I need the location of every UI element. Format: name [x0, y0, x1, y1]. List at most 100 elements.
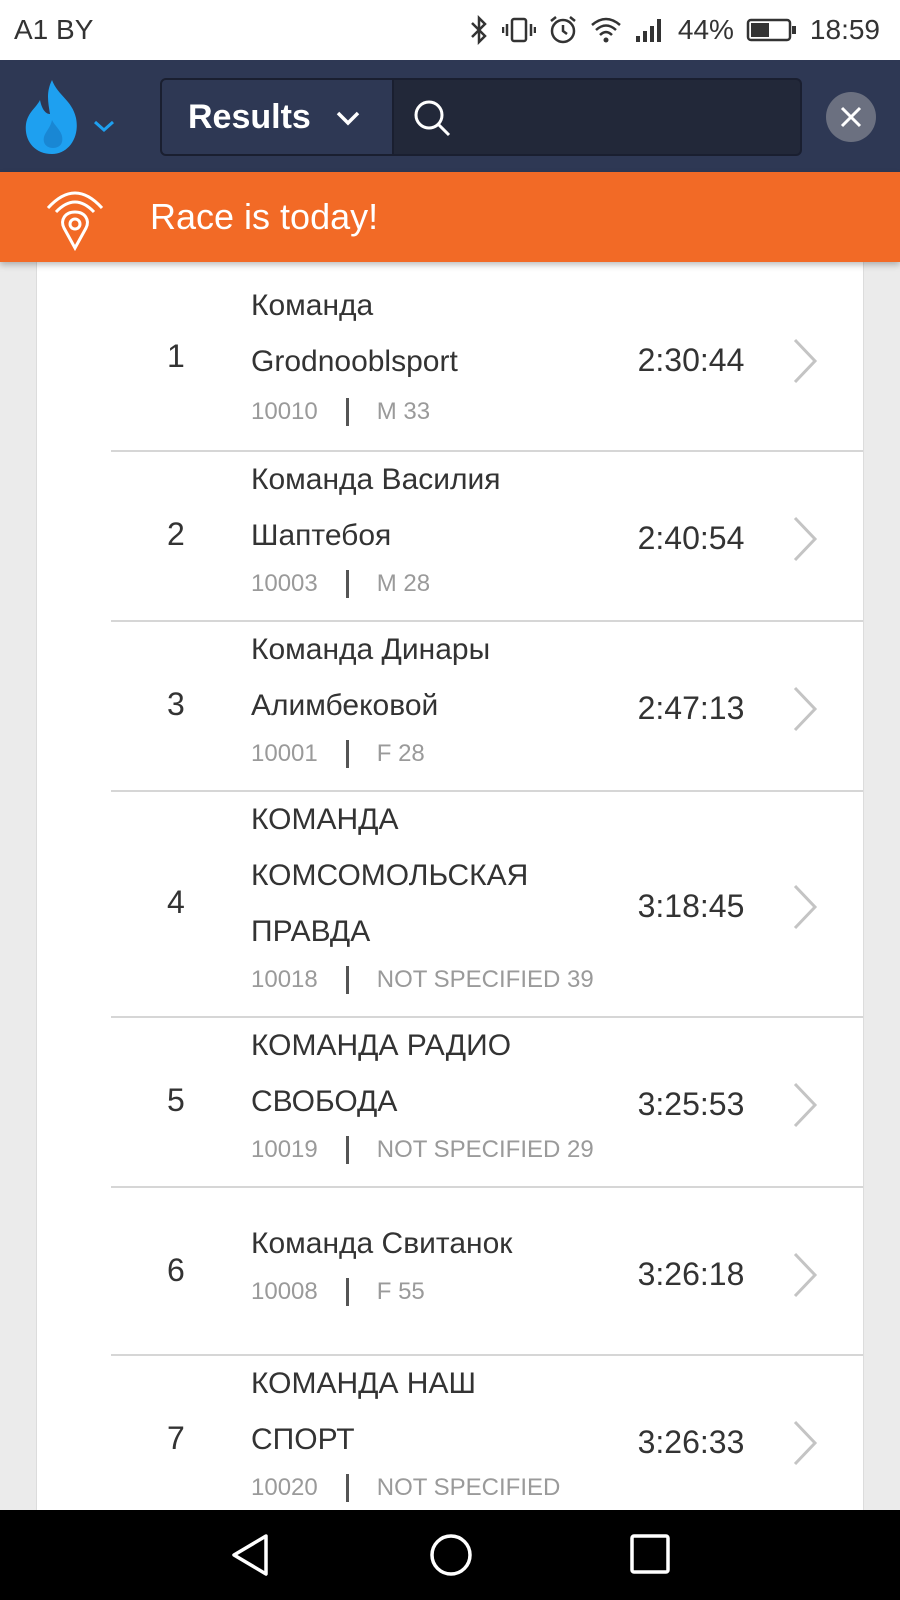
close-icon — [840, 106, 862, 128]
alarm-icon — [550, 16, 576, 44]
separator — [345, 1278, 349, 1306]
result-name-line: ПРАВДА — [251, 915, 371, 948]
results-dropdown-label: Results — [188, 97, 311, 136]
result-name: Команда Свитанок — [251, 1216, 581, 1272]
result-name-line: Grodnooblsport — [251, 345, 458, 378]
result-name: КОМАНДА КОМСОМОЛЬСКАЯ ПРАВДА — [251, 792, 581, 960]
result-meta: 10001 F 28 — [251, 740, 425, 768]
result-category: NOT SPECIFIED 39 — [376, 966, 594, 993]
carrier-label: A1 BY — [14, 14, 94, 45]
result-time: 2:30:44 — [637, 342, 745, 378]
banner-text: Race is today! — [150, 196, 379, 237]
result-category: F 55 — [376, 1278, 425, 1305]
results-dropdown[interactable]: Results — [160, 78, 394, 156]
wifi-icon — [591, 17, 621, 43]
result-category: NOT SPECIFIED — [376, 1474, 561, 1501]
result-row[interactable]: 5 КОМАНДА РАДИО СВОБОДА 10019 NOT SPECIF… — [111, 1018, 863, 1188]
chevron-down-icon — [94, 120, 114, 133]
result-row[interactable]: 4 КОМАНДА КОМСОМОЛЬСКАЯ ПРАВДА 10018 NOT… — [111, 792, 863, 1018]
status-bar: A1 BY 44% 18:59 — [0, 0, 900, 60]
separator — [345, 1136, 349, 1164]
result-bib: 10020 — [251, 1474, 318, 1501]
chevron-right-icon — [793, 1252, 818, 1298]
result-meta: 10018 NOT SPECIFIED 39 — [251, 966, 594, 994]
chevron-right-icon — [793, 686, 818, 732]
app-header: Results — [0, 60, 900, 172]
result-rank: 2 — [167, 516, 185, 552]
result-rank: 5 — [167, 1082, 185, 1118]
chevron-right-icon — [793, 1420, 818, 1466]
result-rank: 7 — [167, 1420, 185, 1456]
result-name-line: СПОРТ — [251, 1423, 355, 1456]
chevron-right-icon — [793, 338, 818, 384]
result-category: F 28 — [376, 740, 425, 767]
result-row[interactable]: 2 Команда Василия Шаптебоя 10003 M 28 2:… — [111, 452, 863, 622]
result-bib: 10018 — [251, 966, 318, 993]
separator — [345, 398, 349, 426]
result-rank: 4 — [167, 884, 185, 920]
battery-percent: 44% — [677, 14, 734, 45]
system-nav-bar — [0, 1510, 900, 1600]
result-category: M 33 — [376, 398, 431, 425]
chevron-right-icon — [793, 1082, 818, 1128]
result-name-line: Шаптебоя — [251, 519, 392, 552]
result-meta: 10008 F 55 — [251, 1278, 425, 1306]
vibrate-icon — [501, 17, 536, 43]
race-banner: Race is today! — [0, 172, 900, 262]
results-card: 1 Команда Grodnooblsport 10010 M 33 2:30… — [36, 262, 864, 1510]
result-rank: 3 — [167, 686, 185, 722]
home-icon[interactable] — [428, 1532, 474, 1578]
signal-icon — [635, 19, 661, 42]
result-category: M 28 — [376, 570, 431, 597]
result-name: Команда Динары Алимбековой — [251, 622, 581, 734]
result-time: 2:47:13 — [637, 690, 745, 726]
chevron-down-icon — [336, 111, 360, 126]
close-button[interactable] — [826, 92, 876, 142]
result-rank: 6 — [167, 1252, 185, 1288]
app-logo-menu[interactable] — [22, 78, 122, 158]
search-icon — [414, 100, 451, 137]
search-box — [394, 78, 802, 156]
result-name-line: Алимбековой — [251, 689, 439, 722]
result-name-line: КОМСОМОЛЬСКАЯ — [251, 859, 529, 892]
result-bib: 10001 — [251, 740, 318, 767]
result-bib: 10019 — [251, 1136, 318, 1163]
result-name: КОМАНДА РАДИО СВОБОДА — [251, 1018, 581, 1130]
result-rank: 1 — [167, 338, 185, 374]
recents-icon[interactable] — [628, 1532, 672, 1576]
result-time: 3:26:33 — [637, 1424, 745, 1460]
status-icons: 44% 18:59 — [468, 12, 880, 48]
result-time: 3:25:53 — [637, 1086, 745, 1122]
flame-logo-icon — [25, 80, 77, 154]
result-meta: 10010 M 33 — [251, 398, 430, 426]
result-name-line: КОМАНДА НАШ — [251, 1367, 476, 1400]
separator — [345, 570, 349, 598]
result-time: 3:18:45 — [637, 888, 745, 924]
result-row[interactable]: 1 Команда Grodnooblsport 10010 M 33 2:30… — [111, 262, 863, 452]
result-bib: 10008 — [251, 1278, 318, 1305]
live-location-icon — [46, 191, 104, 252]
bluetooth-icon — [470, 15, 487, 45]
result-bib: 10003 — [251, 570, 318, 597]
results-content: 1 Команда Grodnooblsport 10010 M 33 2:30… — [0, 262, 900, 1510]
result-row[interactable]: 6 Команда Свитанок 10008 F 55 3:26:18 — [111, 1188, 863, 1356]
back-icon[interactable] — [228, 1532, 272, 1578]
chevron-right-icon — [793, 516, 818, 562]
result-meta: 10019 NOT SPECIFIED 29 — [251, 1136, 594, 1164]
search-input[interactable] — [464, 94, 784, 142]
result-category: NOT SPECIFIED 29 — [376, 1136, 594, 1163]
result-name-line: Команда Свитанок — [251, 1227, 513, 1260]
result-name-line: КОМАНДА — [251, 803, 399, 836]
result-row[interactable]: 7 КОМАНДА НАШ СПОРТ 10020 NOT SPECIFIED … — [111, 1356, 863, 1510]
result-name-line: КОМАНДА РАДИО — [251, 1029, 512, 1062]
result-meta: 10003 M 28 — [251, 570, 430, 598]
result-name: КОМАНДА НАШ СПОРТ — [251, 1356, 581, 1468]
battery-icon — [746, 18, 796, 42]
result-name-line: Команда — [251, 289, 374, 322]
result-row[interactable]: 3 Команда Динары Алимбековой 10001 F 28 … — [111, 622, 863, 792]
separator — [345, 966, 349, 994]
result-meta: 10020 NOT SPECIFIED — [251, 1474, 560, 1502]
result-bib: 10010 — [251, 398, 318, 425]
result-time: 3:26:18 — [637, 1256, 745, 1292]
result-name: Команда Grodnooblsport — [251, 278, 581, 390]
